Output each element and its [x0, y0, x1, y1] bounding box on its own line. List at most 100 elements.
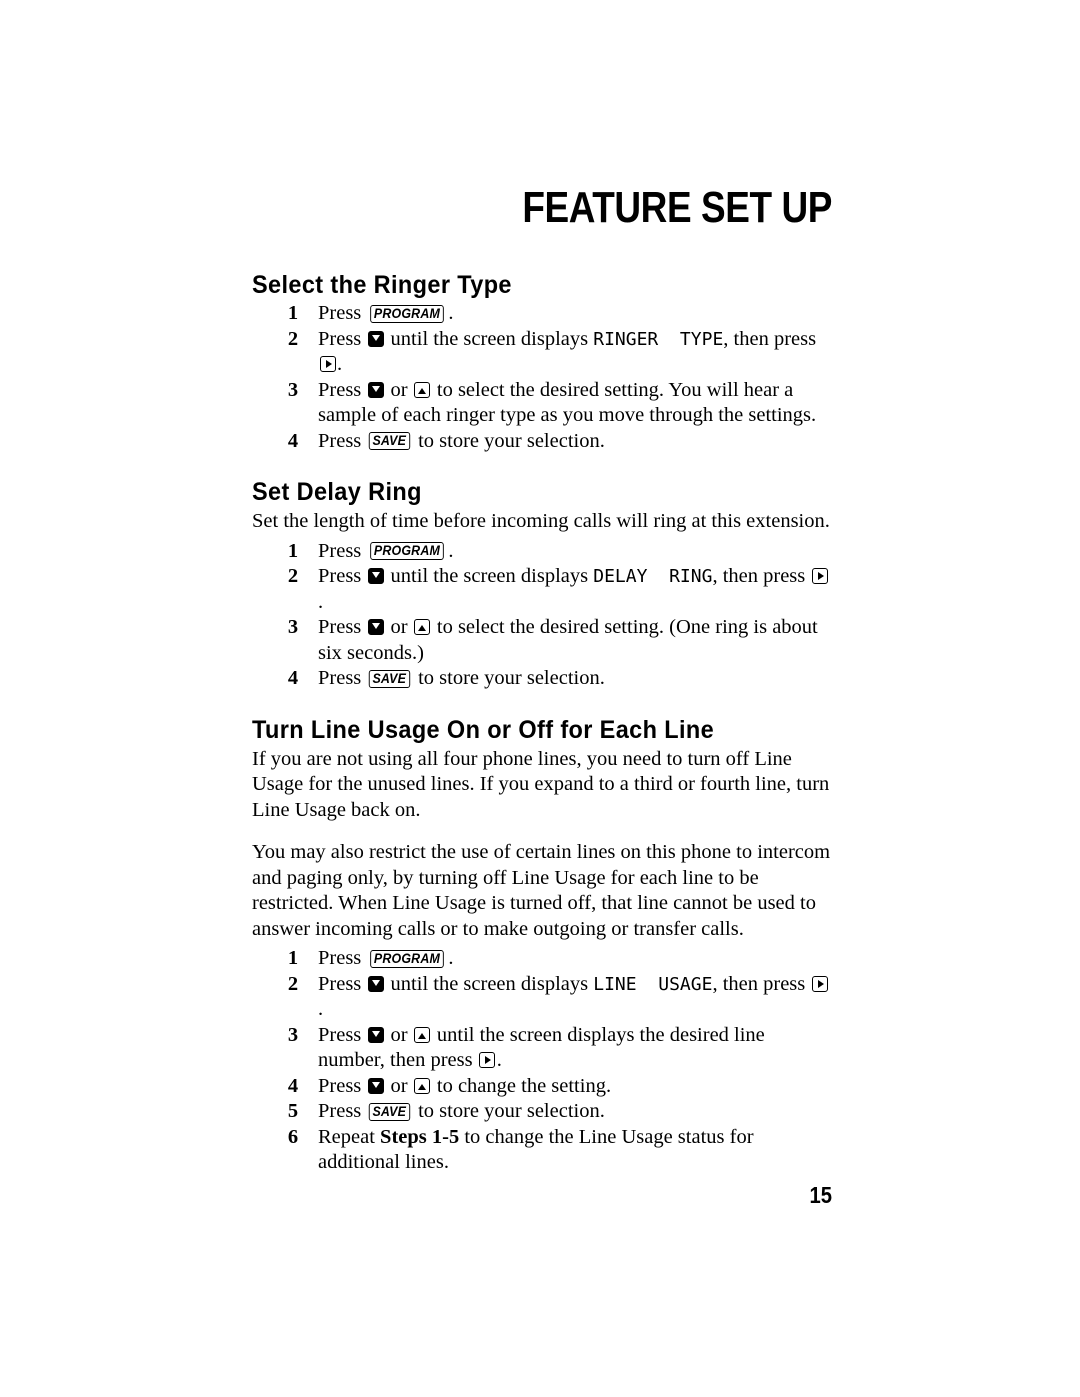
step-item: 2 Press until the screen displays LINE US…	[252, 972, 832, 1023]
down-arrow-key-icon	[367, 1026, 384, 1043]
step-body: Press PROGRAM.	[318, 539, 832, 565]
step-body: Repeat Steps 1-5 to change the Line Usag…	[318, 1125, 832, 1176]
steps-list-turn-line-usage: 1 Press PROGRAM. 2 Press until the screen d…	[252, 946, 832, 1176]
step-body: Press PROGRAM.	[318, 301, 832, 327]
step-text-run: to store your selection.	[412, 1100, 605, 1122]
key-badge-save: SAVE	[369, 669, 411, 688]
key-badge-save: SAVE	[369, 432, 411, 450]
step-body: Press or to select the desired setting. …	[318, 378, 832, 429]
step-text-run: Press	[318, 667, 367, 689]
step-text-run: Press	[318, 1100, 367, 1122]
paragraph-set-delay-ring-intro: Set the length of time before incoming c…	[252, 510, 830, 532]
section-heading-turn-line-usage-on-or-off-for-each-line: Turn Line Usage On or Off for Each Line	[252, 715, 715, 744]
step-number: 4	[287, 429, 299, 452]
step-text-run: to change the setting.	[431, 1074, 612, 1097]
step-number: 1	[287, 302, 299, 324]
down-arrow-key-icon	[367, 330, 384, 347]
step-item: 5 Press SAVE to store your selection.	[252, 1099, 832, 1125]
step-body: Press SAVE to store your selection.	[318, 666, 832, 692]
step-text-run: .	[496, 1049, 502, 1071]
step-text-run: Press	[318, 972, 367, 995]
step-text-run: to store your selection.	[412, 667, 605, 689]
step-text-run: .	[448, 539, 454, 562]
step-number: 6	[287, 1125, 299, 1148]
step-item: 1 Press PROGRAM.	[252, 539, 832, 565]
page-number: 15	[809, 1182, 832, 1208]
step-number: 1	[287, 539, 299, 562]
step-text-run: .	[337, 353, 343, 375]
up-arrow-key-icon	[414, 1077, 431, 1094]
step-body: Press or to change the setting.	[318, 1074, 832, 1100]
step-body: Press or until the screen displays the d…	[318, 1023, 832, 1074]
step-item: 3 Press or to select the desired setting.…	[252, 378, 832, 429]
step-text-run: Press	[318, 327, 367, 350]
step-item: 2 Press until the screen displays RINGER …	[252, 327, 832, 378]
right-arrow-key-icon	[479, 1052, 496, 1068]
step-number: 2	[287, 327, 299, 350]
step-text-run: .	[318, 590, 324, 613]
step-item: 2 Press until the screen displays DELAY R…	[252, 564, 832, 615]
step-number: 3	[287, 616, 299, 638]
step-text-run: or	[385, 1074, 413, 1097]
step-number: 3	[287, 1023, 299, 1046]
lcd-display-text: LINE USAGE	[593, 973, 713, 995]
key-badge-program: PROGRAM	[370, 949, 445, 968]
key-badge-program: PROGRAM	[370, 542, 445, 560]
down-arrow-key-icon	[367, 568, 384, 584]
step-item: 4 Press SAVE to store your selection.	[252, 429, 832, 455]
key-badge-save: SAVE	[369, 1102, 411, 1121]
step-item: 4 Press SAVE to store your selection.	[252, 666, 832, 692]
step-text-run: , then press	[712, 565, 811, 587]
step-text-run: Press	[318, 565, 367, 587]
step-item: 1 Press PROGRAM.	[252, 301, 832, 327]
step-text-run: , then press	[723, 327, 817, 350]
step-number: 1	[287, 947, 299, 969]
step-text-run: Press	[318, 429, 367, 452]
step-text-run: or	[385, 1023, 413, 1046]
step-text-run: Press	[318, 616, 367, 638]
step-text-run: .	[448, 947, 454, 969]
step-item: 6 Repeat Steps 1-5 to change the Line Usa…	[252, 1125, 832, 1176]
manual-page: FEATURE SET UP Select the Ringer Type 1P…	[0, 0, 1080, 1397]
step-body: Press or to select the desired setting. …	[318, 615, 832, 666]
step-number: 2	[287, 565, 299, 587]
section-heading-set-delay-ring: Set Delay Ring	[252, 478, 422, 506]
step-text-run: Press	[318, 1023, 367, 1046]
step-body: Press SAVE to store your selection.	[318, 1099, 832, 1125]
chapter-title: FEATURE SET UP	[522, 183, 832, 232]
right-arrow-key-icon	[811, 568, 828, 584]
page-content: Select the Ringer Type 1 Press PROGRAM. 2 P…	[252, 272, 832, 1176]
steps-list-set-delay-ring: 1 Press PROGRAM. 2 Press until the screen d…	[252, 539, 832, 692]
step-text-run: Press	[318, 378, 367, 401]
step-text-run: or	[385, 616, 413, 638]
step-number: 4	[287, 667, 299, 689]
right-arrow-key-icon	[319, 356, 336, 372]
down-arrow-key-icon	[367, 619, 384, 635]
step-text-run: until the screen displays	[385, 327, 594, 350]
lcd-display-text: RINGER TYPE	[593, 328, 724, 350]
down-arrow-key-icon	[367, 975, 384, 992]
step-body: Press PROGRAM.	[318, 946, 832, 972]
right-arrow-key-icon	[811, 975, 828, 992]
step-text-run: .	[448, 302, 454, 324]
step-body: Press until the screen displays DELAY RI…	[318, 564, 832, 615]
paragraph-line-usage-1: If you are not using all four phone line…	[252, 747, 830, 821]
step-text-run: or	[385, 378, 413, 401]
step-item: 1 Press PROGRAM.	[252, 946, 832, 972]
step-text-run: to store your selection.	[412, 429, 605, 452]
step-item: 3 Press or until the screen displays the …	[252, 1023, 832, 1074]
lcd-display-text: DELAY RING	[593, 566, 713, 587]
up-arrow-key-icon	[414, 1026, 431, 1043]
step-body: Press until the screen displays LINE USA…	[318, 972, 832, 1023]
key-badge-program: PROGRAM	[370, 304, 445, 323]
step-text-run: .	[318, 998, 324, 1020]
step-item: 3 Press or to select the desired setting.…	[252, 615, 832, 666]
step-text-run: Press	[318, 947, 367, 969]
step-number: 2	[287, 972, 299, 995]
step-number: 3	[287, 378, 299, 401]
up-arrow-key-icon	[414, 619, 431, 635]
step-text-run: until the screen displays	[385, 565, 594, 587]
step-text-run: Repeat	[318, 1125, 381, 1148]
step-text-run: , then press	[712, 972, 811, 995]
paragraph-line-usage-2: You may also restrict the use of certain…	[252, 841, 831, 940]
